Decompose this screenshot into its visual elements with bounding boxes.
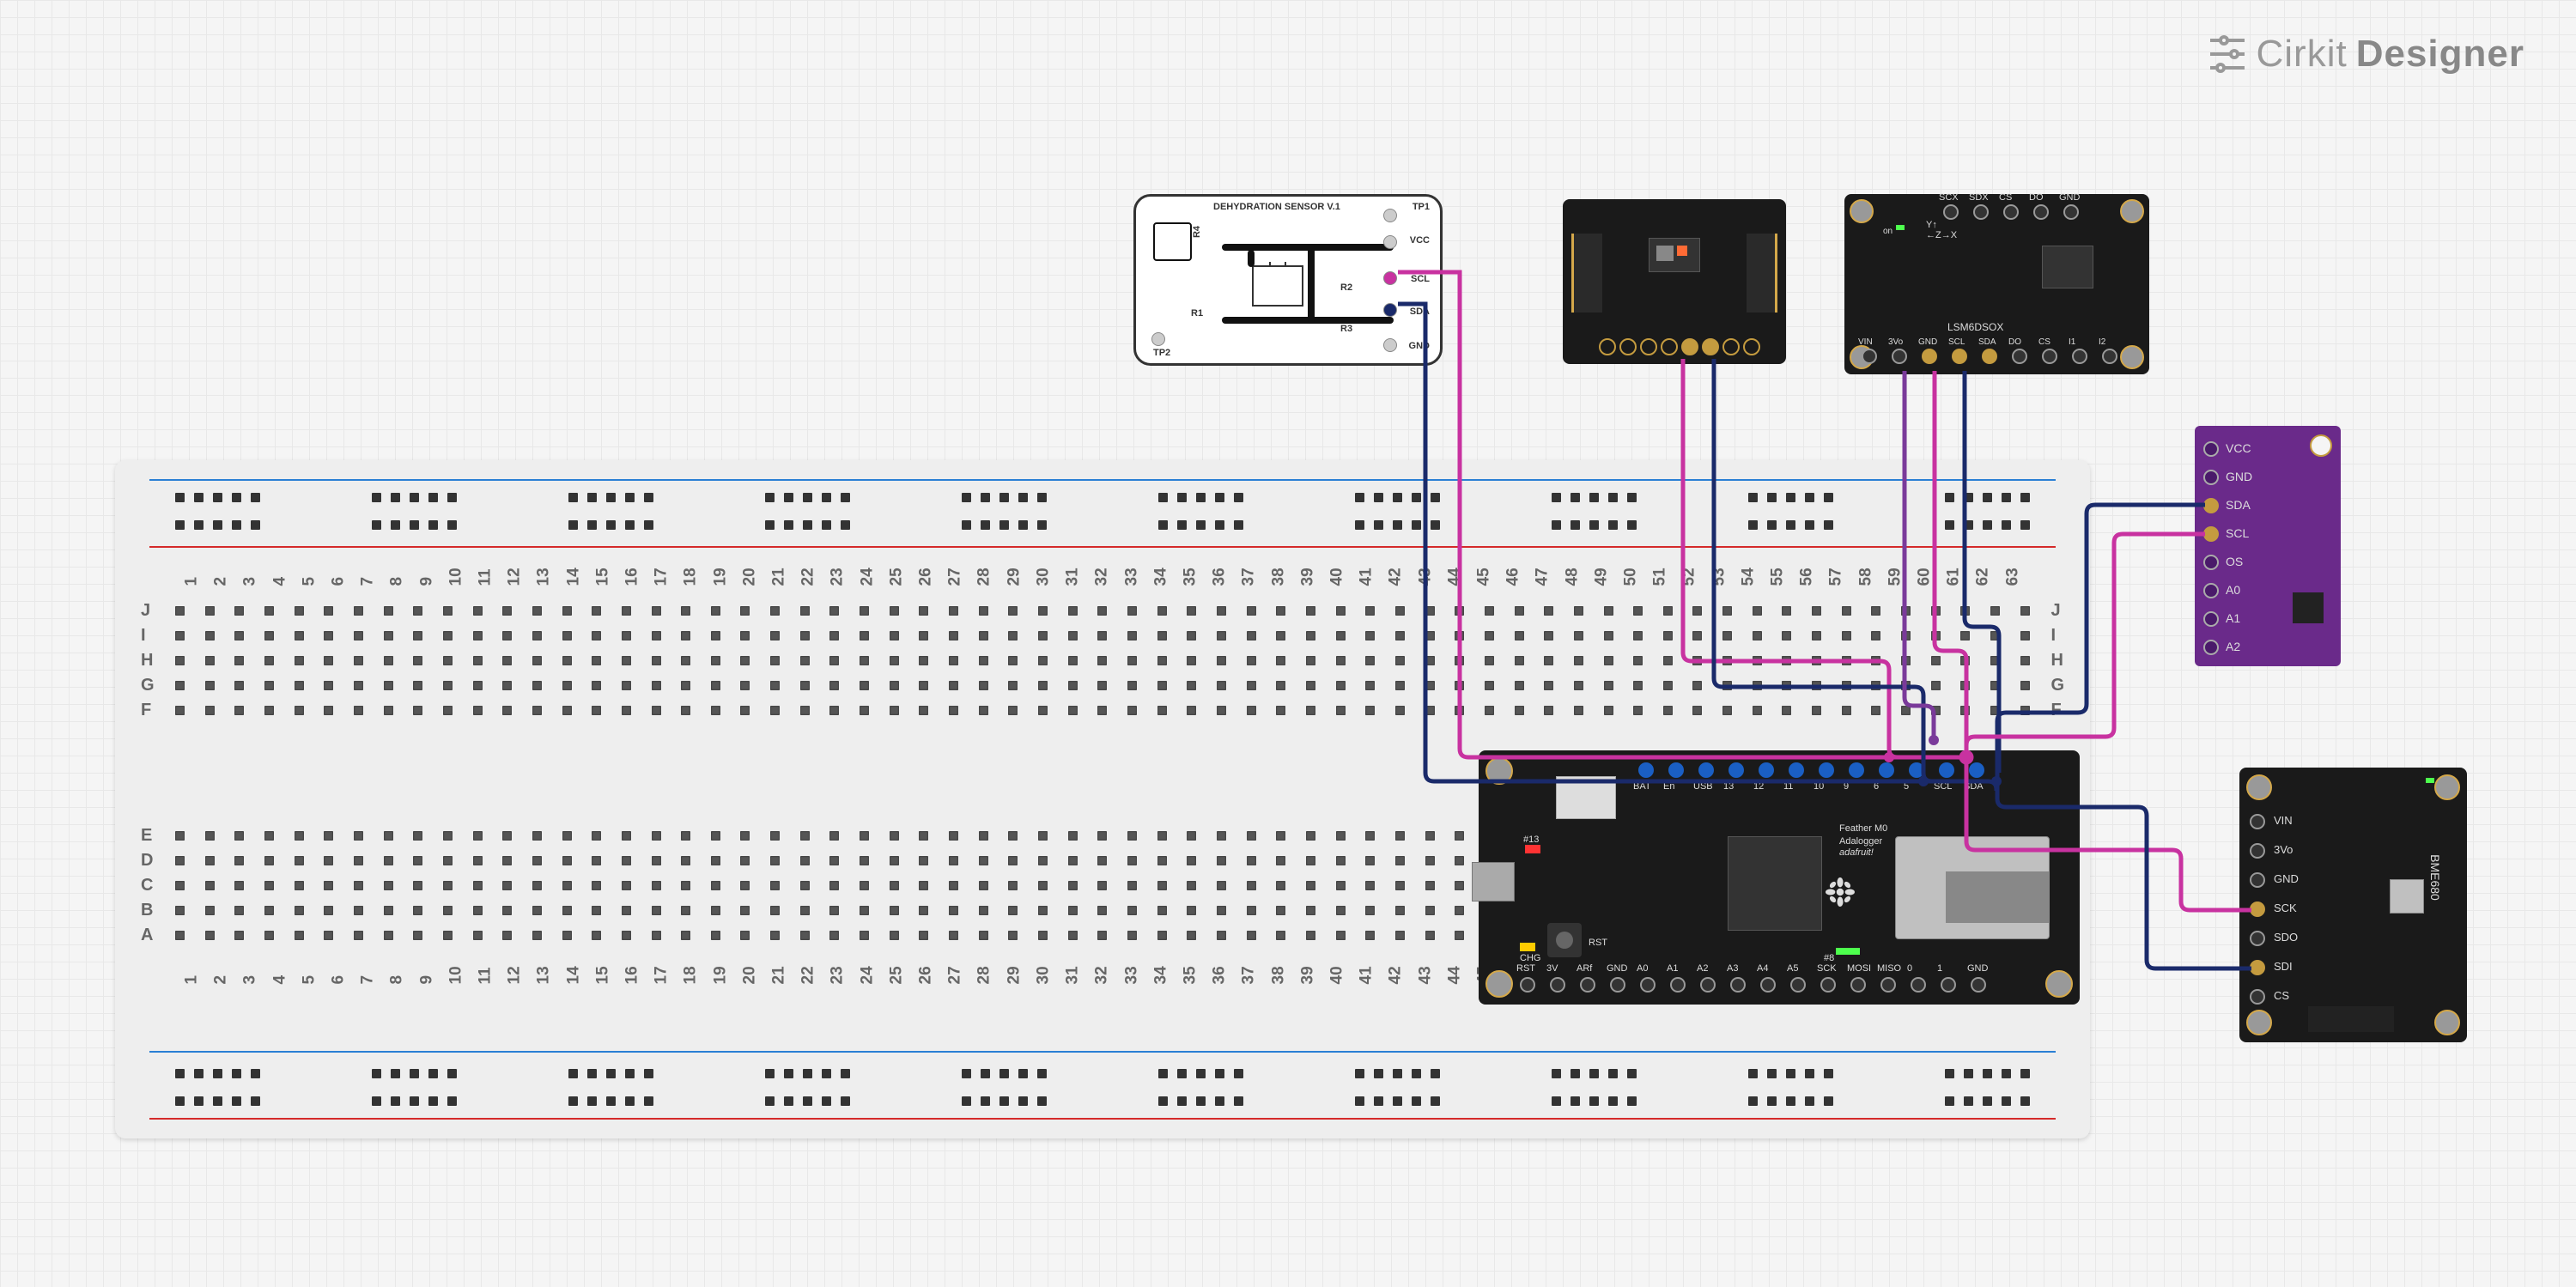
lsm-name-label: LSM6DSOX [1947,321,2003,333]
r2-label: R2 [1340,282,1352,293]
led-red-icon [1525,845,1540,853]
bme-led-icon [2426,778,2434,783]
led-8-icon [1836,948,1848,955]
label-chg: CHG [1520,953,1540,963]
led-8b-icon [1848,948,1860,955]
sda-label: SDA [1410,307,1430,317]
dehydration-title: DEHYDRATION SENSOR V.1 [1213,202,1340,212]
led-chg-icon [1520,943,1535,951]
purple-chip-icon [2293,592,2324,623]
watermark-brand: Cirkit [2257,33,2348,76]
reset-button[interactable] [1547,923,1582,957]
bme-connector-icon [2308,1006,2394,1032]
jst-connector-icon [1556,776,1616,819]
bme680-sensor: BME680 VIN3VoGNDSCKSDOSDICS [2239,768,2467,1042]
mcu-chip-icon [1728,836,1822,931]
dehydration-sensor: DEHYDRATION SENSOR V.1 TP1 VCC SCL SDA G… [1133,194,1443,366]
label-rst: RST [1589,938,1607,948]
watermark-suffix: Designer [2356,33,2524,76]
adafruit-flower-icon [1826,877,1855,907]
feather-brand-label: adafruit! [1839,847,1874,858]
pulseox-chip-icon [1649,238,1700,272]
tp1-label: TP1 [1413,202,1430,212]
feather-name-label: Feather M0 [1839,823,1887,834]
r1-label: R1 [1191,308,1203,319]
gnd-label: GND [1409,341,1430,351]
bme-chip-icon [2390,879,2424,914]
label-8: #8 [1824,953,1834,963]
usb-port-icon [1472,862,1515,902]
feather-sub-label: Adalogger [1839,836,1882,847]
vcc-label: VCC [1410,235,1430,246]
lsm6dsox-sensor: on LSM6DSOX Y↑←Z→X SCXSDXCSDOGND VIN3VoG… [1844,194,2149,374]
lsm-led-icon [1896,225,1905,230]
lsm-on-label: on [1883,227,1893,236]
pulseox-sensor [1563,199,1786,364]
label-13: #13 [1523,835,1539,845]
r3-label: R3 [1340,324,1352,334]
dehydration-chip-icon [1252,265,1303,307]
sd-slot-icon [1895,836,2050,939]
watermark: Cirkit Designer [2207,33,2525,76]
r4-label: R4 [1192,226,1202,238]
cirkit-logo-icon [2207,33,2248,75]
tp2-label: TP2 [1153,348,1170,358]
feather-m0-board: #13 CHG RST #8 Feather M0 Adalogger adaf… [1479,750,2080,1005]
lsm-chip-icon [2042,246,2093,288]
bme-name-label: BME680 [2428,854,2442,901]
scl-label: SCL [1411,274,1430,284]
purple-temp-sensor: VCCGNDSDASCLOSA0A1A2 [2195,426,2341,666]
